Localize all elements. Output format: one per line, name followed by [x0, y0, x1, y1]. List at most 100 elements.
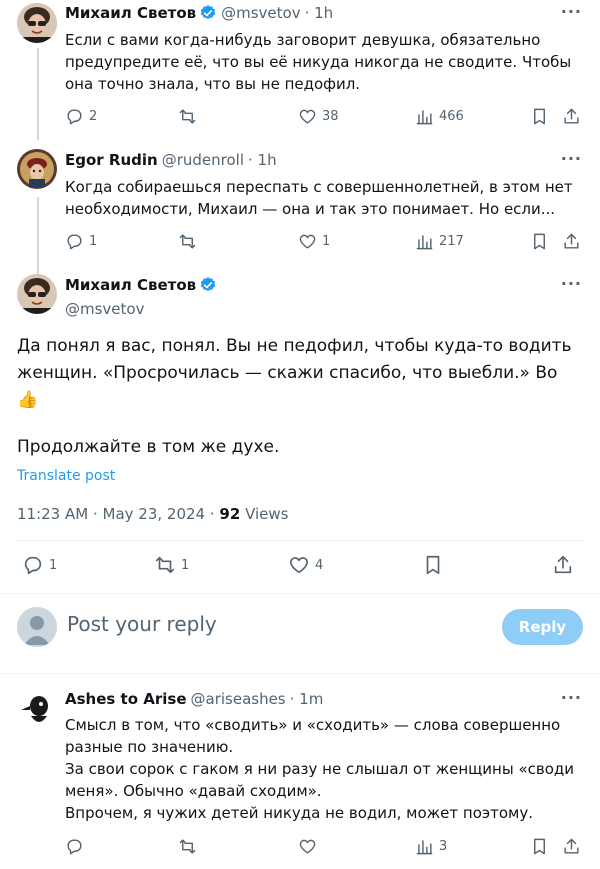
retweet-icon	[179, 838, 196, 854]
reply-button[interactable]: 1	[65, 229, 97, 253]
reply-icon	[67, 108, 82, 124]
retweet-button[interactable]	[178, 104, 202, 128]
like-button[interactable]: 38	[298, 104, 339, 128]
bookmark-icon	[534, 233, 545, 249]
author-handle[interactable]: @msvetov	[221, 4, 300, 22]
tweet[interactable]: Ashes to Arise @ariseashes · 1m ··· Смыс…	[0, 674, 600, 869]
like-count: 1	[322, 233, 331, 249]
author-handle[interactable]: @ariseashes	[191, 690, 286, 708]
reply-count: 1	[49, 557, 58, 573]
author-name[interactable]: Egor Rudin	[65, 151, 158, 169]
reply-button[interactable]	[65, 834, 89, 858]
more-options-icon[interactable]: ···	[561, 2, 582, 21]
tweet-actions: 1 1 4	[22, 553, 578, 577]
author-handle[interactable]: @msvetov	[65, 300, 144, 318]
share-button[interactable]	[562, 834, 581, 858]
view-count: 3	[439, 838, 448, 854]
share-icon	[564, 233, 579, 249]
tweet[interactable]: Михаил Светов @msvetov · 1h ··· Если с в…	[0, 0, 600, 140]
avatar[interactable]	[17, 274, 57, 314]
tweet-time[interactable]: · 1h	[248, 151, 277, 169]
avatar[interactable]	[17, 3, 57, 43]
reply-icon	[67, 838, 82, 854]
reply-submit-button[interactable]: Reply	[502, 609, 583, 645]
divider	[17, 540, 583, 541]
share-icon	[564, 838, 579, 854]
text-line: Продолжайте в том же духе.	[17, 437, 280, 457]
bookmark-button[interactable]	[530, 104, 549, 128]
tweet-text: Когда собираешься переспать с совершенно…	[65, 176, 585, 220]
like-button[interactable]: 1	[298, 229, 330, 253]
retweet-button[interactable]: 1	[154, 553, 189, 577]
more-options-icon[interactable]: ···	[561, 149, 582, 168]
share-button[interactable]	[552, 553, 574, 577]
share-button[interactable]	[562, 104, 581, 128]
retweet-button[interactable]	[178, 834, 202, 858]
view-count: 466	[439, 108, 464, 124]
retweet-icon	[179, 233, 196, 249]
more-options-icon[interactable]: ···	[561, 688, 582, 707]
heart-icon	[289, 557, 309, 574]
tweet-actions: 3	[65, 834, 586, 858]
text-line: Смысл в том, что «сводить» и «сходить» —…	[65, 716, 561, 734]
reply-icon	[24, 556, 42, 575]
avatar[interactable]	[17, 688, 57, 728]
like-button[interactable]	[298, 834, 322, 858]
retweet-count: 1	[181, 557, 190, 573]
views-button[interactable]: 217	[415, 229, 464, 253]
avatar[interactable]	[17, 149, 57, 189]
reply-icon	[67, 233, 82, 249]
bookmark-icon	[426, 555, 440, 575]
bookmark-button[interactable]	[422, 553, 444, 577]
tweet-text: Смысл в том, что «сводить» и «сходить» —…	[65, 714, 585, 824]
tweet-time[interactable]: · 1m	[290, 690, 324, 708]
views-button[interactable]: 466	[415, 104, 464, 128]
timestamp-text[interactable]: 11:23 AM · May 23, 2024 ·	[17, 505, 215, 523]
like-count: 38	[322, 108, 339, 124]
retweet-button[interactable]	[178, 229, 202, 253]
heart-icon	[299, 839, 316, 854]
focused-tweet: Михаил Светов @msvetov ··· Да понял я ва…	[0, 265, 600, 595]
tweet-text: Да понял я вас, понял. Вы не педофил, чт…	[17, 333, 587, 461]
thread-line	[37, 48, 39, 140]
text-line: предупредите её, что вы её никуда никогд…	[65, 53, 572, 71]
like-button[interactable]: 4	[288, 553, 323, 577]
reply-input[interactable]: Post your reply	[67, 612, 217, 636]
reply-count: 1	[89, 233, 98, 249]
verified-badge-icon	[200, 277, 216, 292]
author-name[interactable]: Ashes to Arise	[65, 690, 187, 708]
tweet-header: Ashes to Arise @ariseashes · 1m	[65, 690, 323, 708]
retweet-icon	[179, 108, 196, 124]
author-name[interactable]: Михаил Светов	[65, 276, 196, 294]
more-options-icon[interactable]: ···	[561, 274, 582, 293]
like-count: 4	[315, 557, 324, 573]
tweet-time[interactable]: · 1h	[305, 4, 334, 22]
text-line: женщин. «Просрочилась — скажи спасибо, ч…	[17, 363, 558, 383]
views-label: Views	[245, 505, 289, 523]
tweet[interactable]: Egor Rudin @rudenroll · 1h ··· Когда соб…	[0, 140, 600, 275]
heart-icon	[299, 234, 316, 249]
translate-post-link[interactable]: Translate post	[17, 468, 115, 484]
views-count: 92	[219, 505, 241, 523]
tweet-subheader: @msvetov	[65, 300, 144, 318]
bookmark-button[interactable]	[530, 229, 549, 253]
heart-icon	[299, 109, 316, 124]
share-button[interactable]	[562, 229, 581, 253]
reply-button[interactable]: 1	[22, 553, 57, 577]
analytics-icon	[416, 109, 433, 124]
views-button[interactable]: 3	[415, 834, 447, 858]
text-line: Когда собираешься переспать с совершенно…	[65, 178, 573, 196]
reply-count: 2	[89, 108, 98, 124]
verified-badge-icon	[200, 5, 216, 20]
text-line: Да понял я вас, понял. Вы не педофил, чт…	[17, 336, 572, 356]
user-avatar[interactable]	[17, 607, 57, 647]
reply-button[interactable]: 2	[65, 104, 97, 128]
bookmark-button[interactable]	[530, 834, 549, 858]
analytics-icon	[416, 839, 433, 854]
author-name[interactable]: Михаил Светов	[65, 4, 196, 22]
retweet-icon	[155, 556, 175, 574]
tweet-actions: 1 1 217	[65, 229, 586, 253]
text-line: Впрочем, я чужих детей никуда не водил, …	[65, 804, 533, 822]
bookmark-icon	[534, 838, 545, 854]
author-handle[interactable]: @rudenroll	[162, 151, 244, 169]
